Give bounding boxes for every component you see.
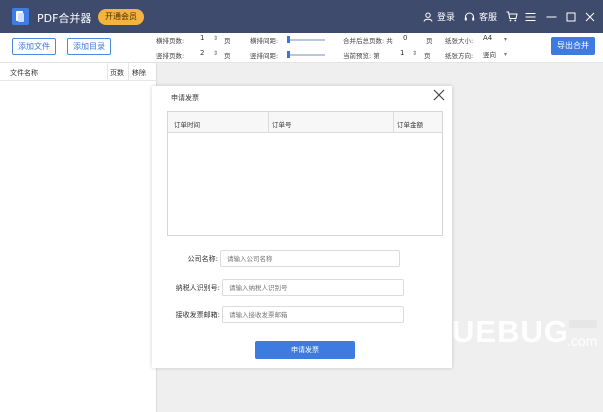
app-title: PDF合并器 (37, 12, 92, 25)
h-spacing-label: 横排间距: (250, 37, 279, 45)
export-merge-button[interactable]: 导出合并 (551, 37, 595, 55)
dialog-close-button[interactable] (433, 89, 445, 104)
v-spacing-slider[interactable] (287, 54, 325, 56)
preview-label: 当前预览: 第 (343, 52, 380, 60)
email-label: 接收发票邮箱: (175, 311, 220, 319)
maximize-icon (566, 12, 576, 21)
service-label: 客服 (479, 13, 498, 23)
company-input[interactable] (220, 250, 400, 267)
preview-unit: 页 (424, 52, 431, 60)
login-button[interactable]: 登录 (423, 0, 455, 33)
merged-total-value: 0 (403, 34, 408, 42)
order-table: 订单时间 订单号 订单金额 (167, 111, 443, 236)
close-button[interactable] (585, 0, 595, 33)
file-list-header: 文件名称 页数 移除 (0, 63, 157, 81)
v-pages-label: 竖排页数: (156, 52, 185, 60)
h-pages-unit: 页 (224, 37, 231, 45)
headset-icon (464, 12, 475, 20)
v-spacing-label: 竖排间距: (250, 52, 279, 60)
dialog-title: 申请发票 (171, 94, 199, 102)
paper-size-select[interactable]: A4 (483, 34, 492, 42)
email-input[interactable] (222, 306, 404, 323)
orientation-label: 纸张方向: (445, 52, 474, 60)
login-label: 登录 (437, 13, 456, 23)
watermark-suffix: .com (567, 333, 598, 349)
v-pages-unit: 页 (224, 52, 231, 60)
menu-button[interactable] (525, 0, 536, 33)
v-pages-spin-icon[interactable]: ⇕ (213, 50, 218, 57)
invoice-dialog: 申请发票 订单时间 订单号 订单金额 公司名称: 纳税人识别号: 接收发票邮箱:… (152, 86, 452, 368)
taxid-input[interactable] (222, 279, 404, 296)
paper-size-caret-icon[interactable]: ▾ (504, 36, 507, 43)
th-divider (268, 112, 269, 133)
merged-total-unit: 页 (426, 37, 433, 45)
cart-icon (506, 11, 518, 22)
v-pages-input[interactable]: 2 (200, 49, 204, 57)
close-icon (585, 12, 595, 21)
minimize-button[interactable] (546, 0, 557, 33)
h-spacing-slider[interactable] (287, 39, 325, 41)
col-remove: 移除 (132, 69, 146, 77)
col-pages: 页数 (110, 69, 124, 77)
cart-button[interactable] (506, 0, 518, 33)
col-divider (128, 63, 129, 81)
order-table-header: 订单时间 订单号 订单金额 (168, 112, 442, 133)
user-icon (423, 12, 433, 22)
menu-icon (525, 12, 536, 21)
h-spacing-slider-handle[interactable] (287, 36, 290, 43)
watermark-tag (569, 320, 597, 328)
col-divider (107, 63, 108, 81)
add-file-button[interactable]: 添加文件 (12, 38, 56, 55)
h-pages-label: 横排页数: (156, 37, 185, 45)
h-pages-spin-icon[interactable]: ⇕ (213, 35, 218, 42)
watermark-logo: UEBUG (452, 314, 569, 349)
v-spacing-slider-handle[interactable] (287, 51, 290, 58)
apply-invoice-button[interactable]: 申请发票 (255, 341, 355, 359)
minimize-icon (546, 16, 557, 17)
th-order-amount: 订单金额 (397, 121, 423, 129)
preview-page-input[interactable]: 1 (400, 49, 404, 57)
toolbar: 添加文件 添加目录 横排页数: 1 ⇕ 页 竖排页数: 2 ⇕ 页 横排间距: … (0, 33, 603, 63)
orientation-select[interactable]: 竖向 (483, 49, 496, 59)
paper-size-label: 纸张大小: (445, 37, 474, 45)
th-divider (393, 112, 394, 133)
file-list-panel: 文件名称 页数 移除 (0, 63, 157, 412)
close-icon (433, 89, 445, 101)
col-file-name: 文件名称 (10, 69, 38, 77)
vip-button[interactable]: 开通会员 (98, 9, 144, 25)
orientation-caret-icon[interactable]: ▾ (504, 51, 507, 58)
preview-spin-icon[interactable]: ⇕ (412, 50, 417, 57)
company-label: 公司名称: (187, 255, 218, 263)
app-logo-icon (12, 8, 29, 25)
th-order-number: 订单号 (272, 121, 292, 129)
add-folder-button[interactable]: 添加目录 (67, 38, 111, 55)
taxid-label: 纳税人识别号: (175, 284, 220, 292)
title-bar: PDF合并器 开通会员 登录 客服 (0, 0, 603, 33)
merged-total-label: 合并后总页数: 共 (343, 37, 393, 45)
maximize-button[interactable] (566, 0, 576, 33)
th-order-time: 订单时间 (174, 121, 200, 129)
service-button[interactable]: 客服 (464, 0, 497, 33)
h-pages-input[interactable]: 1 (200, 34, 204, 42)
